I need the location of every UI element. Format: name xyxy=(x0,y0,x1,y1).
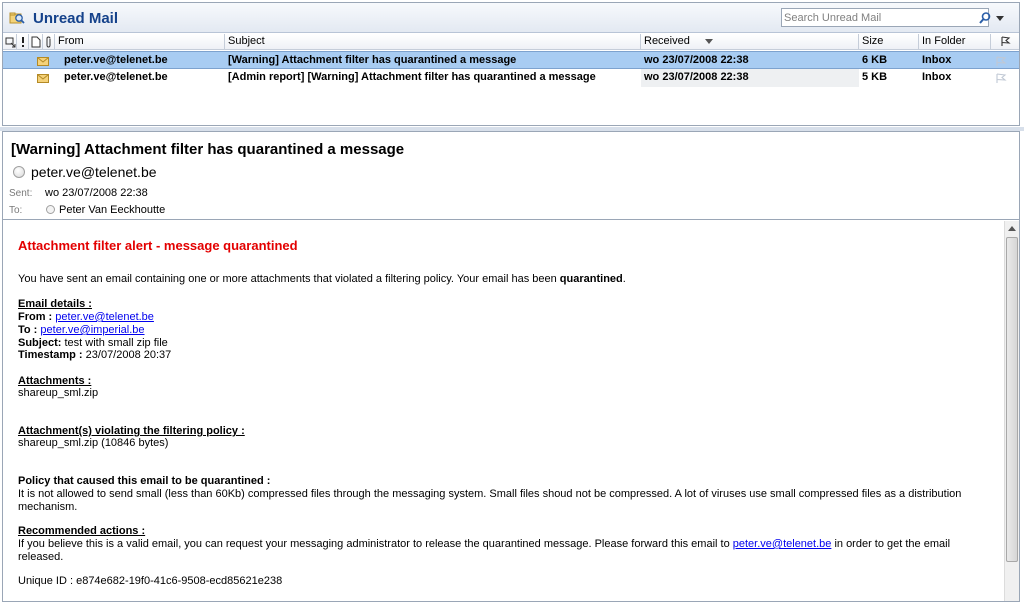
detail-subject-label: Subject: xyxy=(18,337,62,349)
detail-to: To : peter.ve@imperial.be xyxy=(18,324,145,336)
importance-column-icon[interactable] xyxy=(3,34,17,50)
exclamation-icon xyxy=(22,37,24,47)
paperclip-icon xyxy=(46,36,51,48)
to-value[interactable]: Peter Van Eeckhoutte xyxy=(59,204,165,216)
column-received-label: Received xyxy=(644,35,690,47)
flag-column-icon[interactable] xyxy=(991,34,1019,50)
detail-timestamp-value: 23/07/2008 20:37 xyxy=(85,349,172,361)
row-folder: Inbox xyxy=(922,71,952,83)
type-column-icon[interactable] xyxy=(29,34,43,50)
column-header-row: From Subject Received Size In Folder xyxy=(3,34,1019,50)
message-header: [Warning] Attachment filter has quaranti… xyxy=(3,132,1019,220)
search-box[interactable] xyxy=(781,8,992,27)
actions-link[interactable]: peter.ve@telenet.be xyxy=(733,538,832,550)
column-size[interactable]: Size xyxy=(859,34,919,50)
search-input[interactable] xyxy=(784,10,962,25)
search-icon[interactable] xyxy=(978,11,992,25)
message-list-pane: Unread Mail Search Unread Mail From Subj… xyxy=(2,2,1020,126)
row-received: wo 23/07/2008 22:38 xyxy=(641,69,859,87)
detail-from-label: From : xyxy=(18,311,53,323)
flag-icon xyxy=(1001,36,1011,46)
vertical-scrollbar[interactable] xyxy=(1004,221,1019,601)
message-row[interactable]: peter.ve@telenet.be [Admin report] [Warn… xyxy=(3,69,1019,87)
column-received[interactable]: Received xyxy=(641,34,859,50)
document-icon xyxy=(31,36,41,48)
folder-title: Unread Mail xyxy=(33,10,119,27)
message-subject: [Warning] Attachment filter has quaranti… xyxy=(11,141,405,158)
row-subject: [Admin report] [Warning] Attachment filt… xyxy=(228,71,596,83)
details-heading: Email details : xyxy=(18,298,92,310)
row-subject: [Warning] Attachment filter has quaranti… xyxy=(228,54,517,66)
sort-descending-icon xyxy=(705,39,713,44)
to-label: To: xyxy=(9,205,23,216)
row-size: 5 KB xyxy=(862,71,888,83)
actions-text-1: If you believe this is a valid email, yo… xyxy=(18,538,733,550)
recipient-presence-icon[interactable] xyxy=(46,205,55,214)
reminder-icon xyxy=(5,37,15,48)
column-from[interactable]: From xyxy=(55,34,225,50)
column-subject[interactable]: Subject xyxy=(225,34,641,50)
detail-to-label: To : xyxy=(18,324,38,336)
message-row[interactable]: peter.ve@telenet.be [Warning] Attachment… xyxy=(3,51,1019,69)
detail-timestamp-label: Timestamp : xyxy=(18,349,83,361)
scrollbar-thumb[interactable] xyxy=(1006,237,1018,562)
policy-heading: Policy that caused this email to be quar… xyxy=(18,475,271,487)
column-in-folder[interactable]: In Folder xyxy=(919,34,991,50)
scroll-up-icon[interactable] xyxy=(1008,226,1016,231)
flag-icon[interactable] xyxy=(995,73,1007,84)
intro-text: You have sent an email containing one or… xyxy=(18,273,560,285)
detail-from-link[interactable]: peter.ve@telenet.be xyxy=(55,311,154,323)
attachments-heading: Attachments : xyxy=(18,375,92,387)
priority-column-icon[interactable] xyxy=(17,34,29,50)
attachments-value: shareup_sml.zip xyxy=(18,387,99,399)
chevron-down-icon[interactable] xyxy=(993,11,1007,25)
folder-header: Unread Mail xyxy=(3,3,1019,33)
row-from: peter.ve@telenet.be xyxy=(64,71,168,83)
message-body: Attachment filter alert - message quaran… xyxy=(3,221,1003,601)
intro-paragraph: You have sent an email containing one or… xyxy=(18,273,626,285)
reading-pane: [Warning] Attachment filter has quaranti… xyxy=(2,131,1020,602)
search-folder-icon xyxy=(9,12,25,24)
unread-envelope-icon xyxy=(37,57,49,66)
row-received: wo 23/07/2008 22:38 xyxy=(644,54,749,66)
alert-title: Attachment filter alert - message quaran… xyxy=(18,238,298,253)
flag-icon[interactable] xyxy=(995,56,1007,67)
message-sender[interactable]: peter.ve@telenet.be xyxy=(31,164,157,180)
detail-from: From : peter.ve@telenet.be xyxy=(18,311,154,323)
row-size: 6 KB xyxy=(862,54,888,66)
unread-envelope-icon xyxy=(37,74,49,83)
sent-value: wo 23/07/2008 22:38 xyxy=(45,187,148,199)
detail-subject: Subject: test with small zip file xyxy=(18,337,168,349)
presence-icon[interactable] xyxy=(13,166,25,178)
detail-subject-value: test with small zip file xyxy=(64,337,168,349)
row-folder: Inbox xyxy=(922,54,952,66)
attachment-column-icon[interactable] xyxy=(43,34,55,50)
sent-label: Sent: xyxy=(9,188,33,199)
actions-paragraph: If you believe this is a valid email, yo… xyxy=(18,538,993,564)
violating-heading: Attachment(s) violating the filtering po… xyxy=(18,425,245,437)
detail-to-link[interactable]: peter.ve@imperial.be xyxy=(40,324,144,336)
detail-timestamp: Timestamp : 23/07/2008 20:37 xyxy=(18,349,171,361)
actions-heading: Recommended actions : xyxy=(18,525,146,537)
unique-id: Unique ID : e874e682-19f0-41c6-9508-ecd8… xyxy=(18,575,283,587)
intro-end: . xyxy=(622,273,626,285)
policy-text: It is not allowed to send small (less th… xyxy=(18,488,962,513)
violating-value: shareup_sml.zip (10846 bytes) xyxy=(18,437,169,449)
intro-bold: quarantined xyxy=(559,273,623,285)
row-from: peter.ve@telenet.be xyxy=(64,54,168,66)
